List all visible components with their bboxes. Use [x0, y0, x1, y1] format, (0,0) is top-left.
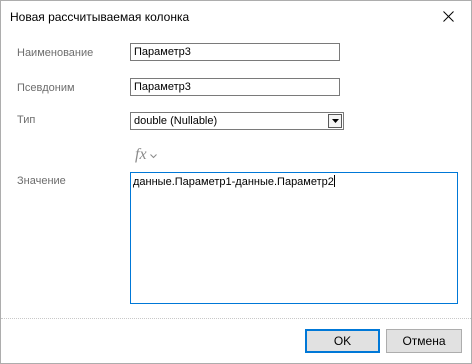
- text-caret: [333, 175, 335, 187]
- chevron-down-icon: [149, 153, 157, 158]
- close-icon: [442, 11, 454, 22]
- name-input[interactable]: Параметр3: [130, 43, 340, 61]
- window-title: Новая рассчитываемая колонка: [10, 10, 190, 24]
- title-bar: Новая рассчитываемая колонка: [1, 1, 471, 33]
- alias-label: Псевдоним: [17, 82, 75, 94]
- formula-button[interactable]: fx: [135, 146, 157, 164]
- value-text: данные.Параметр1-данные.Параметр2: [133, 176, 334, 188]
- type-select[interactable]: double (Nullable): [130, 112, 344, 130]
- triangle-down-icon: [331, 119, 339, 123]
- type-label: Тип: [17, 114, 36, 126]
- alias-input[interactable]: Параметр3: [130, 78, 340, 96]
- ok-button[interactable]: OK: [305, 329, 380, 353]
- footer-divider: [1, 318, 471, 319]
- cancel-button[interactable]: Отмена: [386, 329, 462, 353]
- name-label: Наименование: [17, 47, 94, 59]
- type-select-value: double (Nullable): [134, 115, 218, 127]
- fx-icon: fx: [135, 146, 147, 163]
- close-button[interactable]: [425, 1, 471, 32]
- dropdown-arrow-button[interactable]: [328, 114, 342, 128]
- dialog-window: Новая рассчитываемая колонка Наименовани…: [0, 0, 472, 364]
- value-textarea[interactable]: данные.Параметр1-данные.Параметр2: [130, 172, 458, 304]
- value-label: Значение: [17, 175, 66, 187]
